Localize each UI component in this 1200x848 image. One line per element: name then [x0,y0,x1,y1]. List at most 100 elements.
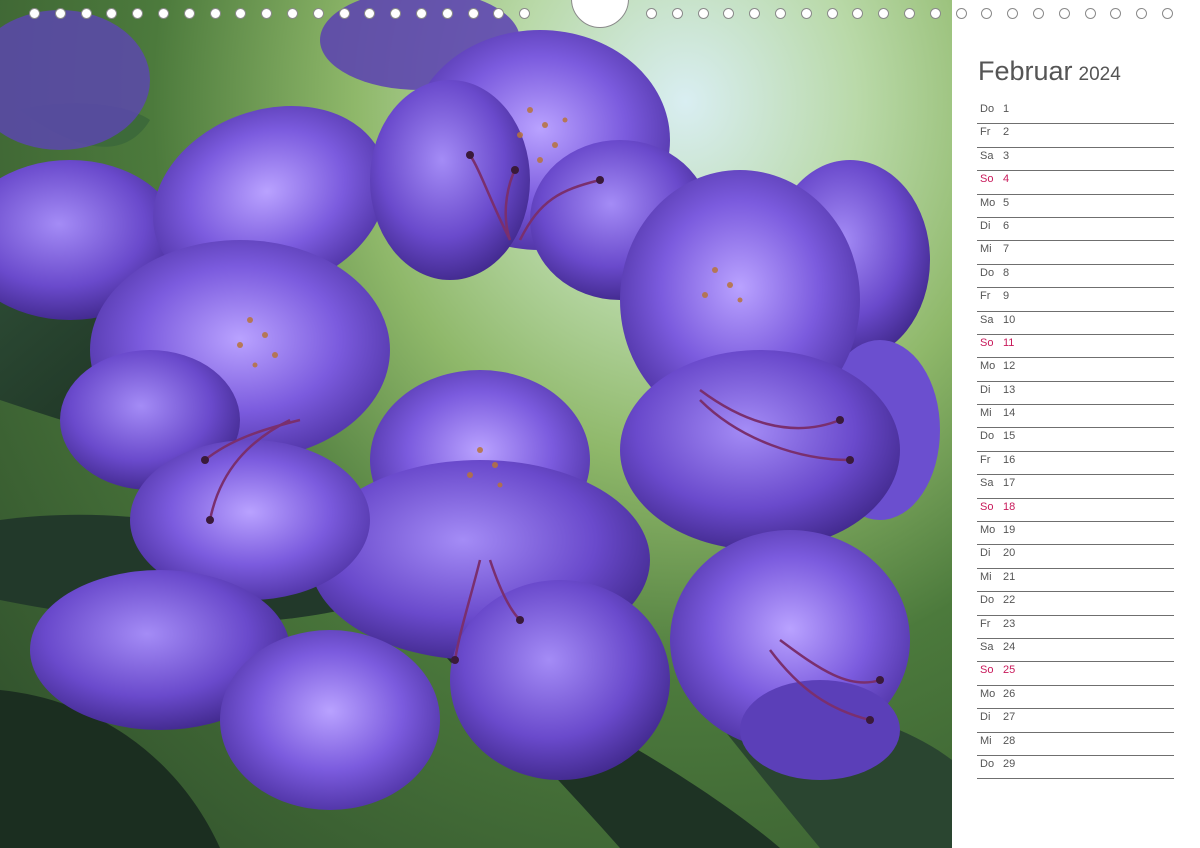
binding-hole [930,8,941,19]
binding-hole [1136,8,1147,19]
weekday-label: Do [980,757,995,770]
day-row: Mo 5 [977,195,1174,218]
binding-hole [364,8,375,19]
binding-hole [390,8,401,19]
day-row: So 25 [977,662,1174,686]
binding-hole [981,8,992,19]
binding-hole [184,8,195,19]
day-number: 27 [1003,711,1016,724]
weekday-label: Do [980,103,995,115]
weekday-label: Sa [980,313,994,326]
weekday-label: Mi [980,407,992,420]
weekday-label: Do [980,594,995,607]
binding-hole [956,8,967,19]
binding-hole [468,8,479,19]
rhododendron-illustration [0,0,952,848]
binding-hole [749,8,760,19]
binding-hole [904,8,915,19]
weekday-label: So [980,500,994,513]
binding-hole [1007,8,1018,19]
weekday-label: Mi [980,243,992,256]
day-list: Do 1 Fr 2 Sa 3 So 4 Mo 5 Di 6 Mi 7 Do 8 Fr 9 Sa 10 So 11 Mo 12 D… [977,101,1174,780]
day-number: 6 [1003,219,1010,232]
weekday-label: Di [980,547,991,560]
day-number: 5 [1003,196,1010,209]
binding-hole [775,8,786,19]
weekday-label: So [980,173,994,186]
binding-hole [1110,8,1121,19]
day-number: 12 [1003,360,1016,373]
weekday-label: Di [980,383,991,396]
day-row: Mo 26 [977,686,1174,710]
weekday-label: Fr [980,126,991,139]
binding-hole [723,8,734,19]
weekday-label: Sa [980,477,994,490]
weekday-label: Mo [980,360,996,373]
day-number: 29 [1003,757,1016,770]
weekday-label: Mi [980,570,992,583]
day-row: Mi 14 [977,405,1174,429]
weekday-label: Mo [980,524,996,537]
day-number: 8 [1003,266,1010,279]
day-number: 19 [1003,524,1016,537]
day-row: So 4 [977,171,1174,195]
weekday-label: So [980,664,994,677]
binding-hole [210,8,221,19]
day-row: Fr 2 [977,124,1174,148]
day-number: 2 [1003,126,1010,139]
day-number: 11 [1003,336,1015,349]
day-row: Di 13 [977,382,1174,406]
day-row: Mo 19 [977,522,1174,546]
day-row: Mo 12 [977,358,1174,382]
day-row: Sa 24 [977,639,1174,663]
weekday-label: Do [980,266,995,279]
day-row: Do 1 [977,101,1174,125]
weekday-label: Mi [980,734,992,747]
day-number: 16 [1003,453,1016,466]
binding-hole [1085,8,1096,19]
weekday-label: Mo [980,687,996,700]
day-number: 1 [1003,103,1010,115]
binding-hole [493,8,504,19]
binding-hole [672,8,683,19]
binding-hole [827,8,838,19]
weekday-label: So [980,336,994,349]
day-row: Sa 17 [977,475,1174,499]
binding-hole [698,8,709,19]
flower-photo [0,0,952,848]
spiral-binding [0,0,1200,30]
weekday-label: Do [980,430,995,443]
day-row: Fr 23 [977,616,1174,639]
binding-hole [29,8,40,19]
day-number: 23 [1003,617,1016,630]
binding-hole [287,8,298,19]
day-number: 25 [1003,664,1016,677]
binding-hole [158,8,169,19]
month-name: Februar [978,56,1073,86]
binding-hole [878,8,889,19]
day-number: 4 [1003,173,1010,186]
day-row: Fr 9 [977,288,1174,312]
weekday-label: Di [980,219,991,232]
year-label: 2024 [1078,64,1121,85]
binding-hole [519,8,530,19]
binding-hole [1033,8,1044,19]
day-row: Do 8 [977,265,1174,289]
day-number: 15 [1003,430,1016,443]
binding-hole [442,8,453,19]
day-number: 7 [1003,243,1010,256]
day-row: So 11 [977,335,1174,359]
day-row: Do 22 [977,592,1174,616]
day-row: Mi 7 [977,241,1174,265]
day-number: 17 [1003,477,1016,490]
month-title: Februar 2024 [978,56,1121,87]
day-number: 22 [1003,594,1016,607]
day-row: Mi 21 [977,569,1174,593]
day-row: Di 20 [977,545,1174,569]
day-number: 18 [1003,500,1016,513]
day-row: Di 27 [977,709,1174,733]
binding-hole [81,8,92,19]
day-number: 10 [1003,313,1016,326]
day-row: Sa 10 [977,312,1174,335]
weekday-label: Fr [980,617,991,630]
